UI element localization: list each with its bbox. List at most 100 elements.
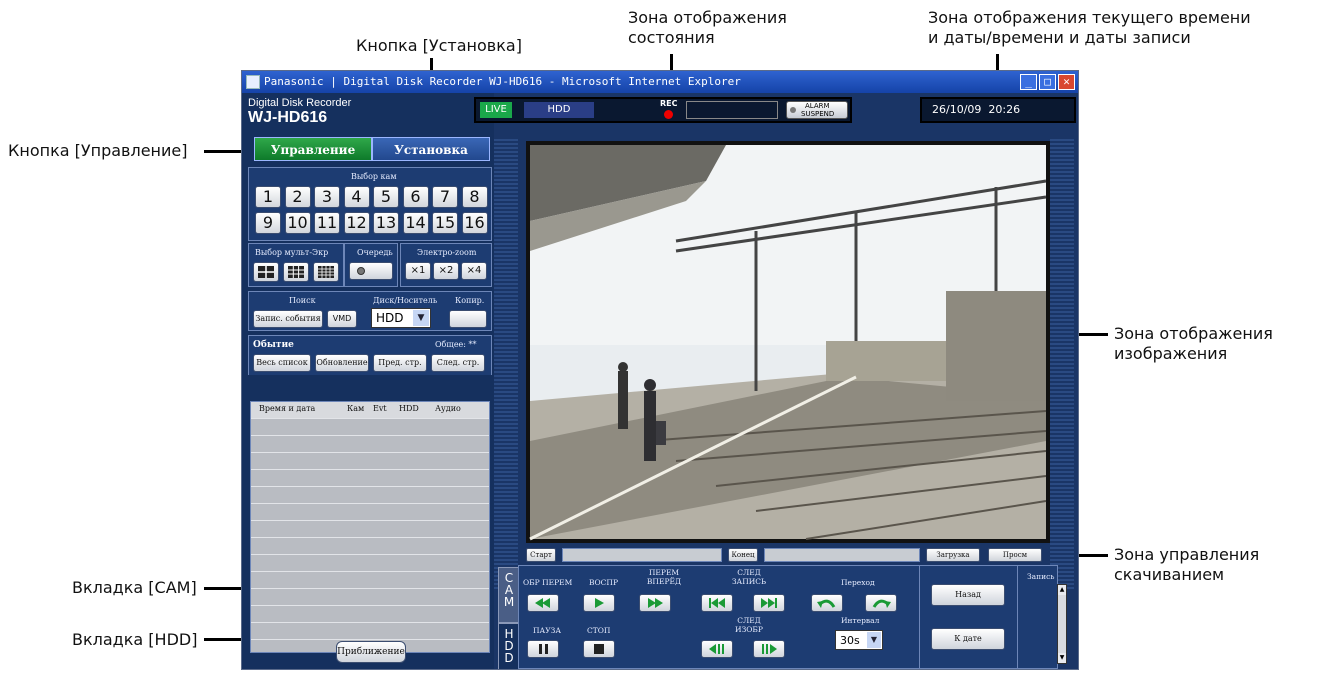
camera-button[interactable]: 6 bbox=[402, 186, 429, 208]
scroll-down-icon[interactable]: ▼ bbox=[1058, 653, 1066, 663]
event-list-row[interactable] bbox=[251, 605, 489, 622]
camera-button[interactable]: 9 bbox=[255, 212, 281, 234]
event-list-column-header[interactable]: Evt bbox=[373, 404, 387, 413]
back-button[interactable]: Назад bbox=[931, 584, 1005, 606]
next-rec-label: СЛЕД ЗАПИСЬ bbox=[731, 568, 767, 586]
close-icon[interactable]: ✕ bbox=[1058, 74, 1075, 90]
sequence-button[interactable] bbox=[349, 262, 393, 280]
camera-select-label: Выбор кам bbox=[351, 172, 397, 181]
status-message-box bbox=[686, 101, 778, 119]
rewind-icon bbox=[535, 598, 550, 608]
pause-label: ПАУЗА bbox=[533, 626, 561, 635]
datetime-area: 26/10/09 20:26 bbox=[920, 97, 1076, 123]
event-list-row[interactable] bbox=[251, 469, 489, 486]
tab-hdd[interactable]: HDD bbox=[498, 623, 520, 669]
event-list-row[interactable] bbox=[251, 588, 489, 605]
alarm-suspend-button[interactable]: ALARM SUSPEND bbox=[786, 101, 848, 119]
event-list-row[interactable] bbox=[251, 571, 489, 588]
layout-4-button[interactable] bbox=[253, 262, 279, 282]
interval-select[interactable]: 30s ▼ bbox=[835, 630, 883, 650]
annotation-operation-button: Кнопка [Управление] bbox=[8, 141, 188, 160]
event-list-row[interactable] bbox=[251, 520, 489, 537]
event-list-header: Время и дата Кам Evt HDD Аудио bbox=[251, 402, 489, 418]
event-list-row[interactable] bbox=[251, 554, 489, 571]
record-scrollbar[interactable]: ▲ ▼ bbox=[1057, 584, 1067, 664]
layout-16-button[interactable] bbox=[313, 262, 339, 282]
jump-forward-button[interactable] bbox=[865, 594, 897, 612]
vmd-search-button[interactable]: VMD bbox=[327, 310, 357, 328]
event-list-row[interactable] bbox=[251, 622, 489, 639]
events-nav-button[interactable]: Весь список bbox=[253, 354, 311, 372]
download-end-field[interactable] bbox=[764, 548, 920, 562]
event-list-row[interactable] bbox=[251, 435, 489, 452]
events-nav-button[interactable]: Пред. стр. bbox=[373, 354, 427, 372]
next-record-button[interactable] bbox=[753, 594, 785, 612]
ezoom-button[interactable]: ×4 bbox=[461, 262, 487, 280]
tab-setup[interactable]: Установка bbox=[372, 137, 490, 161]
maximize-icon[interactable]: □ bbox=[1039, 74, 1056, 90]
event-list[interactable]: Время и дата Кам Evt HDD Аудио bbox=[250, 401, 490, 653]
annotation-status-zone: Зона отображения состояния bbox=[628, 8, 787, 47]
disk-select[interactable]: HDD ▼ bbox=[371, 308, 431, 328]
stop-button[interactable] bbox=[583, 640, 615, 658]
camera-button[interactable]: 5 bbox=[373, 186, 399, 208]
disk-select-value: HDD bbox=[376, 311, 404, 325]
camera-button[interactable]: 7 bbox=[432, 186, 458, 208]
zoom-button[interactable]: Приближение bbox=[336, 641, 406, 663]
play-button[interactable] bbox=[583, 594, 615, 612]
rec-label: REC bbox=[660, 99, 678, 108]
camera-button[interactable]: 15 bbox=[432, 212, 458, 234]
next-image-button[interactable] bbox=[753, 640, 785, 658]
event-list-row[interactable] bbox=[251, 537, 489, 554]
camera-button[interactable]: 14 bbox=[402, 212, 429, 234]
minimize-icon[interactable]: _ bbox=[1020, 74, 1037, 90]
event-list-column-header[interactable]: Аудио bbox=[435, 404, 461, 413]
camera-button[interactable]: 11 bbox=[314, 212, 340, 234]
ezoom-panel: Электро-zoom ×1 ×2 ×4 bbox=[400, 243, 492, 287]
download-start-button[interactable]: Старт bbox=[526, 548, 556, 562]
to-date-button[interactable]: К дате bbox=[931, 628, 1005, 650]
event-list-row[interactable] bbox=[251, 503, 489, 520]
tab-cam[interactable]: CAM bbox=[498, 567, 520, 623]
event-list-column-header[interactable]: Время и дата bbox=[259, 404, 315, 413]
brand-model: WJ-HD616 bbox=[248, 109, 328, 126]
download-start-field[interactable] bbox=[562, 548, 722, 562]
camera-button[interactable]: 3 bbox=[314, 186, 340, 208]
download-end-button[interactable]: Конец bbox=[728, 548, 758, 562]
camera-button[interactable]: 2 bbox=[284, 186, 311, 208]
prev-record-button[interactable] bbox=[701, 594, 733, 612]
camera-button[interactable]: 13 bbox=[373, 212, 399, 234]
ff-button[interactable] bbox=[639, 594, 671, 612]
tab-cam-label: CAM bbox=[503, 571, 515, 609]
rev-button[interactable] bbox=[527, 594, 559, 612]
camera-button[interactable]: 16 bbox=[461, 212, 488, 234]
ezoom-button[interactable]: ×1 bbox=[405, 262, 431, 280]
download-load-button[interactable]: Загрузка bbox=[926, 548, 980, 562]
jump-back-button[interactable] bbox=[811, 594, 843, 612]
event-list-column-header[interactable]: HDD bbox=[399, 404, 419, 413]
event-list-column-header[interactable]: Кам bbox=[347, 404, 364, 413]
fast-forward-icon bbox=[648, 598, 663, 608]
event-list-row[interactable] bbox=[251, 452, 489, 469]
layout-9-button[interactable] bbox=[283, 262, 309, 282]
camera-button[interactable]: 4 bbox=[343, 186, 370, 208]
scroll-up-icon[interactable]: ▲ bbox=[1058, 585, 1066, 595]
events-nav-button[interactable]: След. стр. bbox=[431, 354, 485, 372]
camera-button[interactable]: 1 bbox=[255, 186, 281, 208]
annotation-image-zone: Зона отображения изображения bbox=[1114, 324, 1273, 363]
camera-button[interactable]: 10 bbox=[284, 212, 311, 234]
tab-operation[interactable]: Управление bbox=[254, 137, 372, 161]
event-record-search-button[interactable]: Запис. события bbox=[253, 310, 323, 328]
copy-button[interactable] bbox=[449, 310, 487, 328]
camera-button[interactable]: 12 bbox=[343, 212, 370, 234]
pause-button[interactable] bbox=[527, 640, 559, 658]
play-label: ВОСПР bbox=[589, 578, 618, 587]
live-indicator: LIVE bbox=[480, 102, 512, 118]
download-view-button[interactable]: Просм bbox=[988, 548, 1042, 562]
event-list-row[interactable] bbox=[251, 418, 489, 435]
ezoom-button[interactable]: ×2 bbox=[433, 262, 459, 280]
prev-image-button[interactable] bbox=[701, 640, 733, 658]
events-nav-button[interactable]: Обновление bbox=[315, 354, 369, 372]
event-list-row[interactable] bbox=[251, 486, 489, 503]
camera-button[interactable]: 8 bbox=[461, 186, 488, 208]
